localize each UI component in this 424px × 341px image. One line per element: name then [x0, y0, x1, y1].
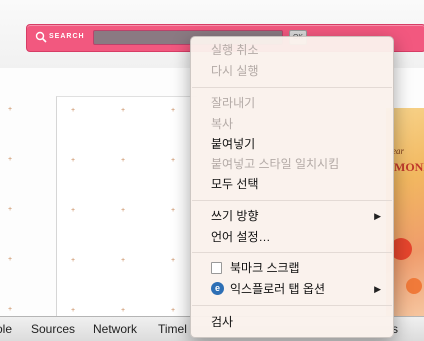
- menu-item-select-all[interactable]: 모두 선택: [191, 175, 393, 193]
- menu-item-label: 실행 취소: [211, 43, 259, 57]
- menu-item-explorer-tab-options[interactable]: e 익스플로러 탭 옵션 ▶: [191, 280, 393, 298]
- menu-item-label: 다시 실행: [211, 64, 259, 78]
- menu-item-label: 검사: [211, 315, 234, 329]
- tab-network[interactable]: Network: [93, 322, 137, 336]
- grid-dot: +: [171, 207, 176, 214]
- ad-text-line2: MONE: [394, 160, 424, 174]
- menu-item-label: 북마크 스크랩: [230, 261, 300, 275]
- grid-pattern-left: + + + + +: [0, 96, 50, 316]
- tab-sources[interactable]: Sources: [31, 322, 75, 336]
- tab-console[interactable]: ole: [0, 322, 12, 336]
- menu-item-label: 모두 선택: [211, 177, 259, 191]
- menu-item-redo[interactable]: 다시 실행: [191, 62, 393, 80]
- ie-icon: e: [211, 282, 224, 295]
- grid-dot: +: [71, 307, 76, 314]
- grid-dot: +: [121, 107, 126, 114]
- grid-pattern-panel: + + + + + + + + + + + + + + +: [56, 96, 197, 317]
- menu-item-label: 익스플로러 탭 옵션: [230, 282, 325, 296]
- grid-dot: +: [71, 207, 76, 214]
- grid-dot: +: [8, 206, 13, 213]
- grid-dot: +: [71, 157, 76, 164]
- submenu-arrow-icon: ▶: [374, 284, 381, 294]
- grid-dot: +: [121, 157, 126, 164]
- tab-timeline[interactable]: Timel: [158, 322, 187, 336]
- menu-item-label: 붙여넣고 스타일 일치시킴: [211, 157, 340, 171]
- grid-dot: +: [8, 106, 13, 113]
- menu-separator: [192, 305, 392, 306]
- grid-dot: +: [71, 107, 76, 114]
- menu-item-language-settings[interactable]: 언어 설정…: [191, 228, 393, 246]
- grid-dot: +: [171, 257, 176, 264]
- menu-item-copy[interactable]: 복사: [191, 115, 393, 133]
- menu-item-label: 붙여넣기: [211, 137, 256, 151]
- grid-dot: +: [8, 306, 13, 313]
- menu-item-label: 언어 설정…: [211, 230, 271, 244]
- menu-item-label: 잘라내기: [211, 96, 256, 110]
- submenu-arrow-icon: ▶: [374, 211, 381, 221]
- grid-dot: +: [8, 156, 13, 163]
- grid-dot: +: [171, 107, 176, 114]
- ad-decoration: [406, 278, 422, 294]
- context-menu: 실행 취소 다시 실행 잘라내기 복사 붙여넣기 붙여넣고 스타일 일치시킴 모…: [190, 36, 394, 338]
- menu-item-cut[interactable]: 잘라내기: [191, 94, 393, 112]
- menu-item-inspect[interactable]: 검사: [191, 313, 393, 331]
- menu-item-paste[interactable]: 붙여넣기: [191, 135, 393, 153]
- grid-dot: +: [171, 307, 176, 314]
- grid-dot: +: [121, 257, 126, 264]
- menu-item-label: 쓰기 방향: [211, 209, 259, 223]
- menu-item-paste-match-style[interactable]: 붙여넣고 스타일 일치시킴: [191, 155, 393, 173]
- search-label: SEARCH: [49, 33, 85, 40]
- menu-separator: [192, 252, 392, 253]
- menu-separator: [192, 200, 392, 201]
- grid-dot: +: [171, 157, 176, 164]
- grid-dot: +: [121, 307, 126, 314]
- menu-item-writing-direction[interactable]: 쓰기 방향 ▶: [191, 207, 393, 225]
- menu-separator: [192, 87, 392, 88]
- search-icon: [35, 31, 47, 43]
- grid-dot: +: [8, 256, 13, 263]
- menu-item-undo[interactable]: 실행 취소: [191, 41, 393, 59]
- grid-dot: +: [71, 257, 76, 264]
- menu-item-label: 복사: [211, 117, 234, 131]
- menu-item-bookmark-scrap[interactable]: 북마크 스크랩: [191, 259, 393, 277]
- bookmark-icon: [211, 262, 222, 274]
- grid-dot: +: [121, 207, 126, 214]
